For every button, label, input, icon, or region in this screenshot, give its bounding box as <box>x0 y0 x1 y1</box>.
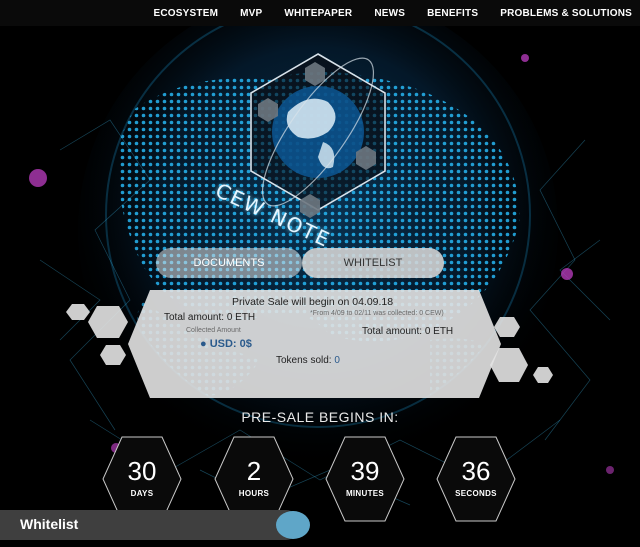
whitelist-bar-label: Whitelist <box>20 516 79 532</box>
nav-item-whitepaper[interactable]: WHITEPAPER <box>284 8 352 19</box>
nav-menu: ECOSYSTEM MVP WHITEPAPER NEWS BENEFITS P… <box>132 0 632 26</box>
total-amount-left: Total amount: 0 ETH <box>164 312 256 323</box>
collected-amount-label: Collected Amount <box>186 327 241 334</box>
nav-item-problems-solutions[interactable]: PROBLEMS & SOLUTIONS <box>500 8 632 19</box>
whitelist-button[interactable]: WHITELIST <box>302 248 444 278</box>
presale-title: PRE-SALE BEGINS IN: <box>241 409 399 425</box>
nav-item-news[interactable]: NEWS <box>374 8 405 19</box>
from-note: *From 4/09 to 02/11 was collected: 0 CEW… <box>310 310 444 317</box>
countdown-value: 30 <box>127 456 157 486</box>
countdown-value: 39 <box>350 456 380 486</box>
ethereum-icon: ● <box>200 338 210 350</box>
sale-info-panel: Private Sale will begin on 04.09.18 Tota… <box>128 290 501 398</box>
nav-item-benefits[interactable]: BENEFITS <box>427 8 478 19</box>
nav-item-mvp[interactable]: MVP <box>240 8 262 19</box>
usd-value: ● USD: 0$ <box>200 338 252 350</box>
usd-text: USD: 0$ <box>209 338 252 350</box>
button-group: DOCUMENTS WHITELIST <box>156 248 444 278</box>
tokens-sold: Tokens sold: 0 <box>276 355 340 366</box>
private-sale-text: Private Sale will begin on 04.09.18 <box>232 296 394 308</box>
countdown-value: 2 <box>246 456 262 486</box>
countdown-label: MINUTES <box>345 489 385 498</box>
tokens-sold-label: Tokens sold: <box>276 355 332 366</box>
countdown-minutes: 39 MINUTES <box>325 436 405 522</box>
top-nav: ECOSYSTEM MVP WHITEPAPER NEWS BENEFITS P… <box>0 0 640 26</box>
tokens-sold-value: 0 <box>334 355 340 366</box>
countdown-label: SECONDS <box>455 489 497 498</box>
total-amount-right: Total amount: 0 ETH <box>362 326 454 337</box>
globe-background <box>0 26 640 547</box>
countdown-seconds: 36 SECONDS <box>436 436 516 522</box>
whitelist-bar[interactable]: Whitelist <box>0 510 300 540</box>
nav-item-ecosystem[interactable]: ECOSYSTEM <box>154 8 219 19</box>
countdown-label: DAYS <box>130 489 154 498</box>
whitelist-toggle-knob[interactable] <box>276 511 310 539</box>
countdown-value: 36 <box>461 456 491 486</box>
countdown-label: HOURS <box>238 489 270 498</box>
documents-button[interactable]: DOCUMENTS <box>156 248 302 278</box>
